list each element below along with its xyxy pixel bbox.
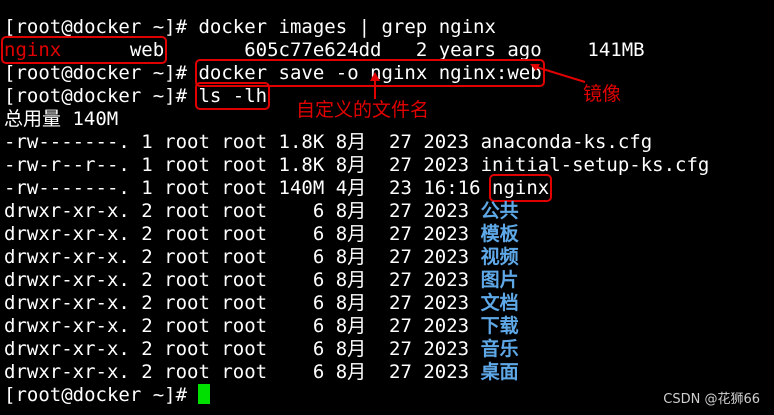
prompt: [root@docker ~]# (4, 16, 188, 38)
file-row: drwxr-xr-x. 2 root root 6 8月 27 2023 图片 (4, 269, 774, 292)
file-name: 公共 (480, 200, 519, 222)
command-line: [root@docker ~]# docker save -o nginx ng… (4, 59, 774, 87)
command-text: docker images | grep nginx (187, 16, 496, 38)
image-details: 605c77e624dd 2 years ago 141MB (164, 39, 645, 61)
file-metadata: drwxr-xr-x. 2 root root 6 8月 27 2023 (4, 292, 481, 314)
file-metadata: -rw-------. 1 root root 140M 4月 23 16:16 (4, 177, 492, 199)
mirror-annotation: 镜像 (583, 83, 622, 105)
docker-save-command: docker save -o nginx nginx:web (195, 59, 545, 87)
file-metadata: drwxr-xr-x. 2 root root 6 8月 27 2023 (4, 246, 481, 268)
file-name: 下载 (480, 315, 519, 337)
terminal-cursor[interactable] (198, 384, 211, 404)
file-name: 视频 (480, 246, 519, 268)
image-repository: nginx (4, 39, 62, 61)
file-row: -rw-r--r--. 1 root root 1.8K 8月 27 2023 … (4, 154, 774, 177)
file-name: nginx (488, 174, 553, 202)
file-metadata: drwxr-xr-x. 2 root root 6 8月 27 2023 (4, 200, 481, 222)
file-name: 桌面 (480, 361, 519, 383)
command-line[interactable]: [root@docker ~]# (4, 384, 774, 407)
file-metadata: drwxr-xr-x. 2 root root 6 8月 27 2023 (4, 361, 481, 383)
command-line: [root@docker ~]# docker images | grep ng… (4, 16, 774, 39)
file-row: drwxr-xr-x. 2 root root 6 8月 27 2023 文档 (4, 292, 774, 315)
file-row: drwxr-xr-x. 2 root root 6 8月 27 2023 模板 (4, 223, 774, 246)
image-tag: web (61, 39, 165, 61)
image-list-row: nginx web 605c77e624dd 2 years ago 141MB (0, 36, 774, 64)
partial-top-line (4, 0, 774, 16)
file-metadata: -rw-r--r--. 1 root root 1.8K 8月 27 2023 (4, 154, 481, 176)
file-name: anaconda-ks.cfg (480, 131, 653, 153)
file-row: drwxr-xr-x. 2 root root 6 8月 27 2023 视频 (4, 246, 774, 269)
file-row: -rw-------. 1 root root 140M 4月 23 16:16… (4, 174, 774, 202)
file-row: drwxr-xr-x. 2 root root 6 8月 27 2023 音乐 (4, 338, 774, 361)
ls-command: ls -lh (195, 82, 271, 110)
file-row: drwxr-xr-x. 2 root root 6 8月 27 2023 公共 (4, 200, 774, 223)
file-metadata: drwxr-xr-x. 2 root root 6 8月 27 2023 (4, 338, 481, 360)
custom-filename-annotation: 自定义的文件名 (296, 99, 430, 121)
file-name: 音乐 (480, 338, 519, 360)
file-name: 模板 (480, 223, 519, 245)
image-repo-tag-highlight: nginx web (0, 36, 168, 64)
file-list: -rw-------. 1 root root 1.8K 8月 27 2023 … (4, 131, 774, 384)
prompt: [root@docker ~]# (4, 62, 188, 84)
file-row: drwxr-xr-x. 2 root root 6 8月 27 2023 桌面 (4, 361, 774, 384)
terminal-output[interactable]: [root@docker ~]# docker images | grep ng… (0, 0, 774, 407)
file-name: 文档 (480, 292, 519, 314)
watermark: CSDN @花狮66 (663, 392, 760, 407)
prompt: [root@docker ~]# (4, 85, 188, 107)
file-metadata: drwxr-xr-x. 2 root root 6 8月 27 2023 (4, 315, 481, 337)
file-row: -rw-------. 1 root root 1.8K 8月 27 2023 … (4, 131, 774, 154)
file-metadata: -rw-------. 1 root root 1.8K 8月 27 2023 (4, 131, 481, 153)
file-metadata: drwxr-xr-x. 2 root root 6 8月 27 2023 (4, 223, 481, 245)
prompt: [root@docker ~]# (4, 384, 188, 406)
file-name: 图片 (480, 269, 519, 291)
file-row: drwxr-xr-x. 2 root root 6 8月 27 2023 下载 (4, 315, 774, 338)
file-metadata: drwxr-xr-x. 2 root root 6 8月 27 2023 (4, 269, 481, 291)
file-name: initial-setup-ks.cfg (480, 154, 710, 176)
